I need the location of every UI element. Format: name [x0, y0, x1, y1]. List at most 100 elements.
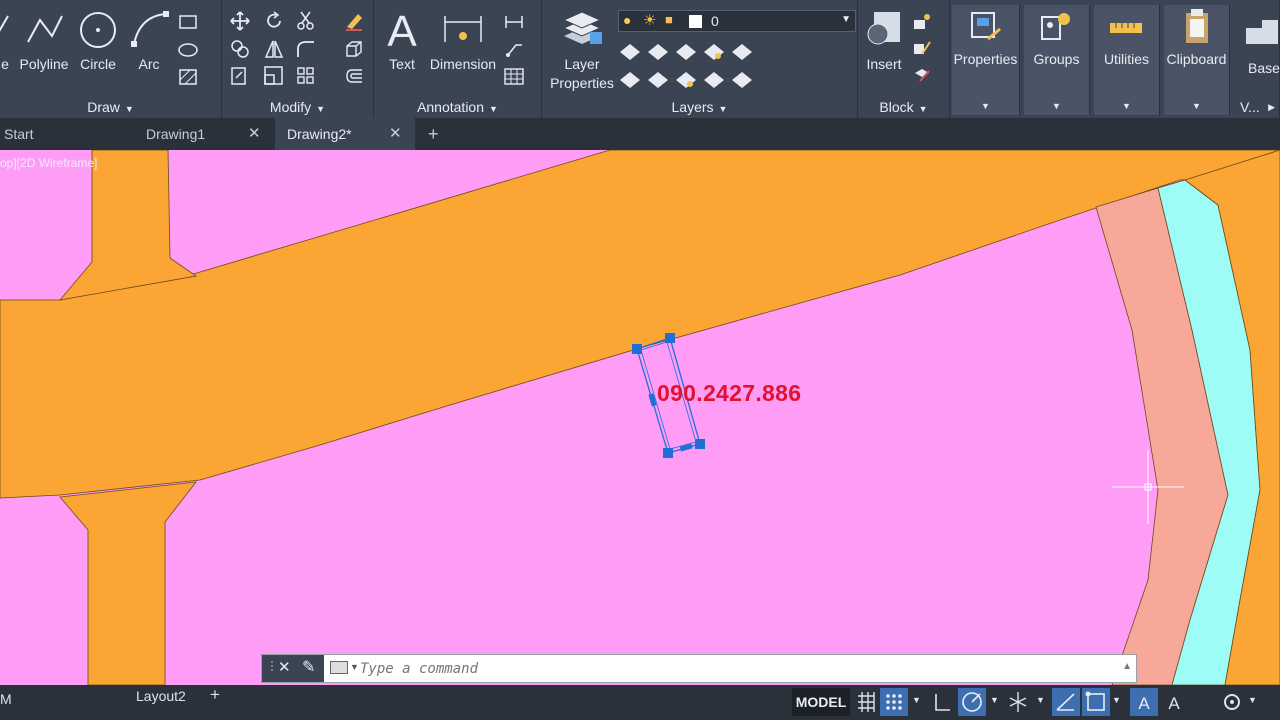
circle-button[interactable]: Circle — [76, 8, 120, 74]
block-attributes-icon[interactable] — [912, 65, 932, 85]
add-layout-button[interactable]: + — [210, 685, 220, 705]
model-tab-fragment[interactable]: M — [0, 691, 12, 707]
layer-dropdown[interactable]: ● ☀ ■ 0 ▼ — [618, 10, 856, 32]
sun-icon: ☀ — [643, 12, 657, 29]
insert-button[interactable]: Insert — [860, 8, 908, 74]
edit-block-icon[interactable] — [912, 38, 932, 58]
layer-tools-icons[interactable] — [618, 38, 758, 90]
svg-text:A: A — [387, 7, 417, 52]
drawing-canvas[interactable] — [0, 150, 1280, 685]
object-snap-icon[interactable] — [1082, 688, 1110, 716]
properties-panel[interactable]: Properties ▼ — [952, 5, 1020, 115]
annotation-panel-title[interactable]: Annotation ▼ — [374, 99, 541, 115]
chevron-down-icon[interactable]: ▼ — [912, 695, 921, 705]
solid-icon[interactable] — [344, 39, 364, 59]
layer-properties-label-2: Properties — [550, 75, 614, 91]
tab-start[interactable]: Start — [0, 118, 132, 150]
dimension-button[interactable]: Dimension — [428, 8, 498, 74]
annotation-scale-icon[interactable]: A — [1130, 688, 1158, 716]
chevron-right-icon[interactable]: ▶ — [1268, 102, 1275, 113]
scale-icon[interactable] — [264, 66, 284, 86]
layer-properties-label-1: Layer — [564, 56, 600, 72]
mirror-icon[interactable] — [264, 39, 284, 59]
tab-drawing1[interactable]: Drawing1 ✕ — [134, 118, 274, 150]
stretch-icon[interactable] — [230, 66, 250, 86]
hatch-icon[interactable] — [178, 67, 198, 87]
polyline-icon — [27, 15, 63, 43]
properties-icon — [971, 12, 1001, 41]
viewport-label[interactable]: op][2D Wireframe] — [0, 156, 97, 170]
polar-tracking-icon[interactable] — [958, 688, 986, 716]
arc-icon — [131, 11, 169, 47]
utilities-panel[interactable]: Utilities ▼ — [1094, 5, 1160, 115]
move-icon[interactable] — [230, 11, 250, 31]
insert-label: Insert — [866, 56, 902, 72]
drag-handle-icon[interactable]: ⋮ — [266, 659, 278, 673]
line-icon — [0, 15, 9, 32]
rectangle-icon[interactable] — [178, 12, 198, 32]
file-tab-bar: Start Drawing1 ✕ Drawing2* ✕ + — [0, 118, 1280, 150]
polyline-button[interactable]: Polyline — [18, 8, 70, 74]
chevron-down-icon[interactable]: ▼ — [1112, 695, 1121, 705]
plus-icon: + — [428, 124, 439, 144]
new-tab-button[interactable]: + — [428, 118, 446, 150]
tab-drawing1-label: Drawing1 — [146, 126, 206, 142]
linear-dim-icon[interactable] — [504, 12, 524, 32]
arc-button[interactable]: Arc — [128, 8, 170, 74]
ortho-icon[interactable] — [930, 688, 954, 716]
chevron-up-icon[interactable]: ▲ — [1122, 661, 1132, 672]
trim-icon[interactable] — [296, 11, 316, 31]
ellipse-icon[interactable] — [178, 40, 198, 60]
layers-panel-title[interactable]: Layers ▼ — [542, 99, 857, 115]
line-button[interactable]: e — [0, 8, 16, 74]
tab-start-label: Start — [4, 126, 34, 142]
modify-panel-title[interactable]: Modify ▼ — [222, 99, 373, 115]
rotate-icon[interactable] — [264, 11, 284, 31]
command-line: ⋮ ✕ ✎ ▼ ▲ — [261, 654, 1137, 683]
text-icon: A — [387, 7, 417, 56]
block-panel-title[interactable]: Block ▼ — [858, 99, 949, 115]
snap-icon[interactable] — [880, 688, 908, 716]
groups-panel[interactable]: Groups ▼ — [1024, 5, 1090, 115]
erase-icon[interactable] — [344, 11, 364, 31]
close-icon[interactable]: ✕ — [389, 118, 402, 150]
ribbon: e Polyline Circle Arc Draw ▼ Modify ▼ A … — [0, 0, 1280, 118]
polyline-label: Polyline — [19, 56, 69, 72]
annotation-visibility-icon[interactable]: A — [1160, 688, 1188, 716]
close-icon[interactable]: ✕ — [278, 658, 291, 676]
wrench-icon[interactable]: ✎ — [302, 657, 315, 677]
object-snap-tracking-icon[interactable] — [1052, 688, 1080, 716]
array-icon[interactable] — [296, 66, 316, 86]
isodraft-icon[interactable] — [1006, 688, 1030, 716]
command-input[interactable] — [360, 658, 1060, 679]
layout2-tab[interactable]: Layout2 — [136, 688, 186, 704]
clipboard-panel[interactable]: Clipboard ▼ — [1164, 5, 1230, 115]
fillet-icon[interactable] — [296, 39, 316, 59]
line-label: e — [1, 56, 9, 72]
leader-icon[interactable] — [504, 39, 524, 59]
draw-panel-title[interactable]: Draw ▼ — [0, 99, 221, 115]
copy-icon[interactable] — [230, 39, 250, 59]
workspace-icon[interactable] — [1218, 688, 1246, 716]
layer-color-swatch — [689, 15, 702, 28]
insert-icon — [867, 12, 900, 45]
layer-properties-button[interactable]: Layer Properties — [546, 8, 618, 93]
table-icon[interactable] — [504, 67, 524, 87]
model-space-button[interactable]: MODEL — [792, 688, 850, 716]
block-panel: Insert Block ▼ — [858, 0, 950, 118]
chevron-down-icon[interactable]: ▼ — [990, 695, 999, 705]
tab-drawing2[interactable]: Drawing2* ✕ — [275, 118, 415, 150]
grid-icon[interactable] — [854, 688, 878, 716]
command-prompt-icon[interactable] — [330, 661, 348, 674]
close-icon[interactable]: ✕ — [248, 118, 261, 150]
chevron-down-icon[interactable]: ▼ — [1248, 695, 1257, 705]
properties-label: Properties — [953, 51, 1018, 67]
chevron-down-icon: ▼ — [1122, 101, 1131, 111]
text-button[interactable]: A Text — [382, 6, 422, 74]
chevron-down-icon[interactable]: ▼ — [1036, 695, 1045, 705]
chevron-down-icon[interactable]: ▼ — [350, 662, 359, 672]
status-bar: M Layout2 + MODEL ▼ ▼ ▼ ▼ A A ▼ — [0, 685, 1280, 720]
create-block-icon[interactable] — [912, 12, 932, 32]
base-button[interactable]: Base — [1242, 14, 1280, 76]
offset-icon[interactable] — [344, 66, 364, 86]
